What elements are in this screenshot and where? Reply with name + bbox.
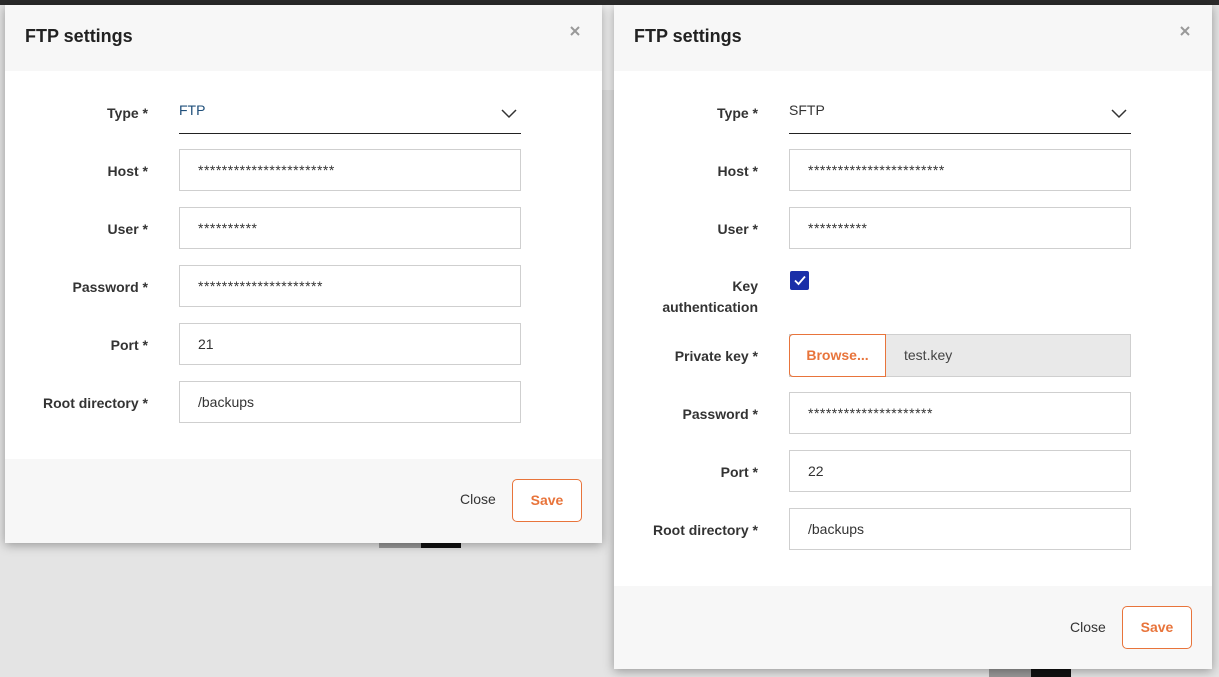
background-element [989, 669, 1031, 677]
dialog-title: FTP settings [634, 26, 742, 46]
dialog-footer: Close Save [614, 586, 1212, 669]
save-button[interactable]: Save [512, 479, 582, 522]
background-element [1031, 669, 1071, 677]
type-label: Type * [717, 105, 758, 121]
close-icon[interactable] [568, 24, 582, 38]
dialog-header: FTP settings [614, 5, 1212, 71]
dialog-header: FTP settings [5, 5, 602, 71]
user-label: User * [107, 221, 148, 237]
root-directory-input[interactable]: /backups [789, 508, 1131, 550]
password-input[interactable]: ********************* [789, 392, 1131, 434]
host-label: Host * [717, 163, 758, 179]
user-label: User * [717, 221, 758, 237]
port-input[interactable]: 21 [179, 323, 521, 365]
port-input[interactable]: 22 [789, 450, 1131, 492]
root-directory-input[interactable]: /backups [179, 381, 521, 423]
save-button[interactable]: Save [1122, 606, 1192, 649]
close-button[interactable]: Close [460, 491, 496, 507]
close-icon[interactable] [1178, 24, 1192, 38]
dialog-footer: Close Save [5, 459, 602, 543]
root-directory-label: Root directory * [652, 522, 758, 538]
browse-button[interactable]: Browse... [789, 334, 886, 377]
key-authentication-label-line1: Key [732, 278, 758, 294]
password-label: Password * [682, 406, 758, 422]
private-key-file-name: test.key [904, 347, 953, 363]
host-input[interactable]: *********************** [179, 149, 521, 191]
close-button[interactable]: Close [1070, 619, 1106, 635]
key-authentication-label-line2: authentication [662, 299, 758, 315]
root-directory-label: Root directory * [42, 395, 148, 411]
type-select[interactable]: FTP [179, 100, 521, 134]
user-input[interactable]: ********** [179, 207, 521, 249]
background-element [379, 543, 421, 548]
type-label: Type * [107, 105, 148, 121]
type-select-value: FTP [179, 102, 206, 118]
key-authentication-checkbox[interactable] [790, 271, 809, 290]
checkmark-icon [794, 275, 806, 286]
port-label: Port * [720, 464, 758, 480]
password-label: Password * [72, 279, 148, 295]
ftp-settings-dialog-ftp: FTP settings Type * FTP Host * *********… [5, 5, 602, 543]
ftp-settings-dialog-sftp: FTP settings Type * SFTP Host * ********… [614, 5, 1212, 669]
background-element [421, 543, 461, 548]
private-key-file-field: Browse... test.key [789, 334, 1131, 377]
chevron-down-icon [1111, 106, 1127, 124]
host-label: Host * [107, 163, 148, 179]
user-input[interactable]: ********** [789, 207, 1131, 249]
private-key-label: Private key * [674, 348, 758, 364]
dialog-title: FTP settings [25, 26, 133, 46]
key-authentication-label: Key authentication [578, 276, 758, 318]
port-label: Port * [110, 337, 148, 353]
password-input[interactable]: ********************* [179, 265, 521, 307]
type-select[interactable]: SFTP [789, 100, 1131, 134]
chevron-down-icon [501, 106, 517, 124]
host-input[interactable]: *********************** [789, 149, 1131, 191]
background-panel [602, 5, 614, 90]
type-select-value: SFTP [789, 102, 825, 118]
